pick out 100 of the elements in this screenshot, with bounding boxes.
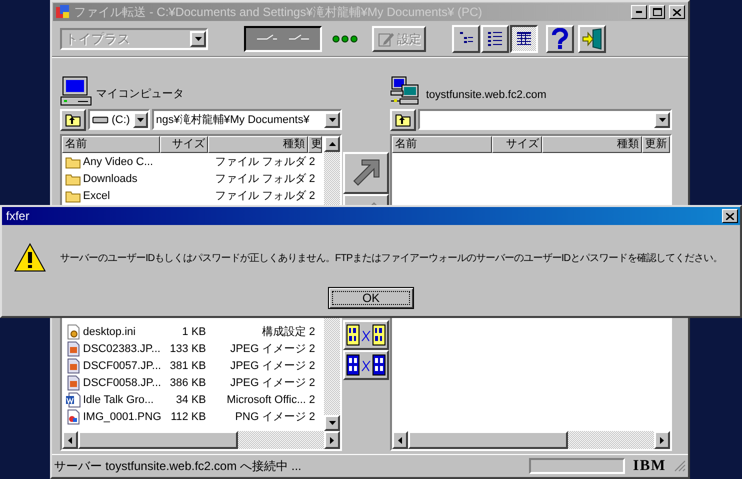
file-row[interactable]: DSCF0057.JP... 381 KB JPEG イメージ 2 <box>62 357 324 374</box>
file-row[interactable]: desktop.ini 1 KB 構成設定 2 <box>62 323 324 340</box>
column-header[interactable]: サイズ <box>492 136 542 153</box>
file-name: IMG_0001.PNG <box>83 410 162 422</box>
file-name: Idle Talk Gro... <box>83 394 154 406</box>
column-header[interactable]: 名前 <box>392 136 492 153</box>
file-type: JPEG イメージ <box>230 343 306 355</box>
server-host: toystfunsite.web.fc2.com <box>426 89 546 103</box>
up-folder-icon <box>395 113 411 127</box>
column-header[interactable]: 種類 <box>542 136 642 153</box>
exit-button[interactable] <box>578 25 606 53</box>
file-type: PNG イメージ <box>235 411 306 423</box>
file-row[interactable]: Downloads ファイル フォルダ 2 <box>62 170 324 187</box>
help-button[interactable] <box>546 25 574 53</box>
file-row[interactable]: Idle Talk Gro... 34 KB Microsoft Offic... 2 <box>62 391 324 408</box>
minimize-icon <box>636 11 642 13</box>
close-button[interactable] <box>669 5 685 19</box>
file-row[interactable]: Any Video C... ファイル フォルダ 2 <box>62 153 324 170</box>
warning-icon <box>14 243 46 273</box>
drive-icon <box>92 114 109 124</box>
view-button[interactable] <box>510 25 538 53</box>
column-header[interactable]: サイズ <box>160 136 208 153</box>
document-icon <box>65 392 81 408</box>
list-view-icon <box>488 32 502 46</box>
image-file-icon <box>65 408 81 424</box>
file-date: 2 <box>309 410 316 422</box>
maximize-button[interactable] <box>649 5 665 19</box>
pane-label: マイコンピュータ <box>96 87 184 102</box>
file-date: 2 <box>309 342 316 354</box>
image-file-icon <box>65 340 81 356</box>
settings-file-icon <box>65 324 81 340</box>
up-folder-icon <box>65 113 81 127</box>
file-name: desktop.ini <box>83 326 136 338</box>
upload-button[interactable] <box>343 152 389 194</box>
drive-dropdown[interactable]: (C:) <box>88 109 150 130</box>
left-arrow-icon <box>398 436 402 444</box>
horizontal-scrollbar[interactable] <box>62 431 340 449</box>
column-header[interactable]: 名前 <box>62 136 160 153</box>
file-type: 構成設定 <box>262 326 306 338</box>
close-icon <box>673 8 681 16</box>
exit-door-icon <box>581 28 603 50</box>
close-button[interactable] <box>722 209 738 223</box>
status-text: サーバー toystfunsite.web.fc2.com へ接続中 ... <box>54 458 302 474</box>
binary-mode-button[interactable] <box>343 320 389 350</box>
computer-icon <box>60 75 92 107</box>
image-file-icon <box>65 374 81 390</box>
drive-label: (C:) <box>112 114 130 126</box>
file-name: Downloads <box>83 172 138 184</box>
file-size: 34 KB <box>176 394 206 406</box>
maximize-icon <box>652 8 662 16</box>
dropdown-arrow-icon <box>194 37 202 41</box>
dropdown-arrow-icon <box>328 421 336 425</box>
app-icon <box>55 4 71 20</box>
ascii-mode-button[interactable] <box>343 350 389 380</box>
connect-button[interactable] <box>244 26 322 52</box>
help-icon <box>551 28 569 50</box>
parent-folder-button[interactable] <box>60 109 86 131</box>
file-row[interactable]: IMG_0001.PNG 112 KB PNG イメージ 2 <box>62 408 324 425</box>
company-logo: IBM <box>633 458 666 474</box>
file-name: Excel <box>83 190 110 202</box>
path-dropdown[interactable]: ngs¥滝村龍輔¥My Documents¥ <box>152 109 342 130</box>
file-date: 2 <box>309 172 316 184</box>
edit-icon <box>377 30 395 48</box>
column-header[interactable]: 種類 <box>208 136 308 153</box>
file-row[interactable]: Excel ファイル フォルダ 2 <box>62 187 324 204</box>
ok-button[interactable]: OK <box>328 287 414 309</box>
status-lights-icon <box>332 35 358 43</box>
file-size: 133 KB <box>170 342 206 354</box>
image-file-icon <box>65 358 81 374</box>
file-size: 1 KB <box>182 326 206 338</box>
binary-conversion-icon <box>346 323 386 347</box>
error-message: サーバーのユーザーIDもしくはパスワードが正しくありません。FTPまたはファイアーウォールのサーバーのユーザーIDとパスワードを確認してください。 <box>60 252 722 265</box>
file-name: DSCF0057.JP... <box>83 360 162 372</box>
tree-view-icon <box>460 32 473 43</box>
file-size: 381 KB <box>170 360 206 372</box>
right-arrow-icon <box>330 436 334 444</box>
close-icon <box>726 212 734 220</box>
path-text: ngs¥滝村龍輔¥My Documents¥ <box>155 112 310 127</box>
file-row[interactable]: DSCF0058.JP... 386 KB JPEG イメージ 2 <box>62 374 324 391</box>
file-type: ファイル フォルダ <box>214 156 306 168</box>
file-date: 2 <box>309 326 316 338</box>
file-name: Any Video C... <box>83 156 154 168</box>
up-arrow-icon <box>328 142 336 146</box>
file-type: ファイル フォルダ <box>214 190 306 202</box>
dialog-title: fxfer <box>6 209 30 223</box>
path-dropdown[interactable] <box>418 109 672 130</box>
minimize-button[interactable] <box>631 5 647 19</box>
file-size: 112 KB <box>170 410 206 422</box>
file-date: 2 <box>309 376 316 388</box>
horizontal-scrollbar[interactable] <box>392 431 670 449</box>
file-name: DSCF0058.JP... <box>83 376 162 388</box>
column-header[interactable]: 更新 <box>642 136 670 153</box>
parent-folder-button[interactable] <box>390 109 416 131</box>
file-row[interactable]: DSC02383.JP... 133 KB JPEG イメージ 2 <box>62 340 324 357</box>
file-date: 2 <box>309 190 316 202</box>
file-type: JPEG イメージ <box>230 360 306 372</box>
file-type: Microsoft Offic... <box>226 394 306 406</box>
file-name: DSC02383.JP... <box>83 342 160 354</box>
file-type: ファイル フォルダ <box>214 173 306 185</box>
text-conversion-icon <box>346 353 386 377</box>
